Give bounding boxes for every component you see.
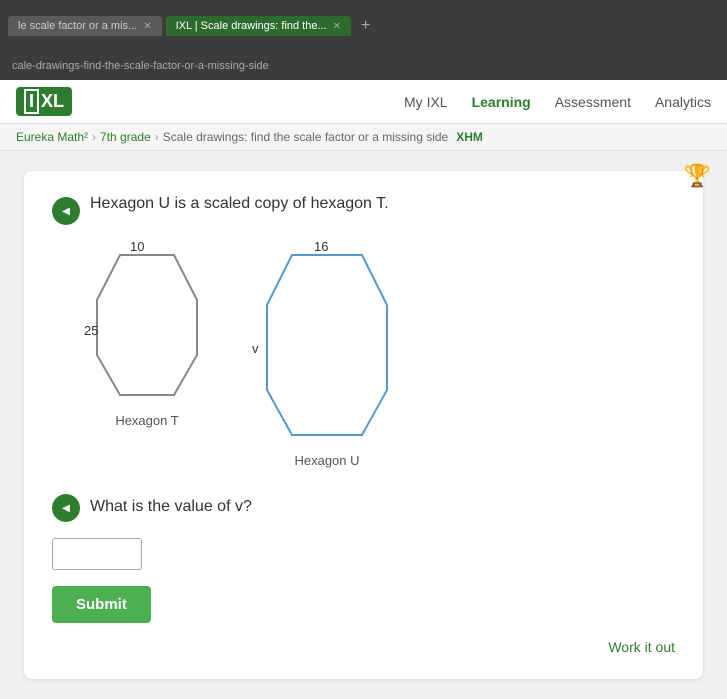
- tab-close-1[interactable]: ✕: [143, 21, 151, 32]
- nav-my-ixl[interactable]: My IXL: [404, 94, 448, 110]
- tab-inactive[interactable]: le scale factor or a mis... ✕: [8, 16, 162, 36]
- sound-button-2[interactable]: [52, 494, 80, 522]
- trophy-icon: 🏆: [684, 163, 711, 188]
- tab-add-button[interactable]: +: [355, 17, 376, 35]
- hexagon-u-svg: 16 v: [262, 245, 392, 445]
- skill-code: XHM: [456, 130, 483, 144]
- tab-close-2[interactable]: ✕: [333, 21, 341, 32]
- nav-links: My IXL Learning Assessment Analytics: [404, 94, 711, 110]
- trophy-area: 🏆: [684, 163, 711, 189]
- nav-analytics[interactable]: Analytics: [655, 94, 711, 110]
- work-it-out[interactable]: Work it out: [52, 639, 675, 655]
- question2-text: What is the value of v?: [90, 498, 252, 516]
- breadcrumb-grade[interactable]: 7th grade: [100, 130, 151, 144]
- breadcrumb-sep-2: ›: [155, 130, 159, 144]
- main-content: 🏆 Hexagon U is a scaled copy of hexagon …: [0, 151, 727, 699]
- hexagon-u-label: Hexagon U: [294, 453, 359, 468]
- question1-header: Hexagon U is a scaled copy of hexagon T.: [52, 195, 675, 225]
- hexagon-u-container: 16 v Hexagon U: [262, 245, 392, 468]
- nav-assessment[interactable]: Assessment: [555, 94, 631, 110]
- hex-u-top-label: 16: [314, 239, 328, 254]
- breadcrumb-sep-1: ›: [92, 130, 96, 144]
- sound-button-1[interactable]: [52, 197, 80, 225]
- ixl-nav: IXL My IXL Learning Assessment Analytics: [0, 80, 727, 124]
- browser-chrome: le scale factor or a mis... ✕ IXL | Scal…: [0, 0, 727, 52]
- breadcrumb: Eureka Math² › 7th grade › Scale drawing…: [0, 124, 727, 151]
- nav-learning[interactable]: Learning: [472, 94, 531, 110]
- answer-input[interactable]: [52, 538, 142, 570]
- hex-t-left-label: 25: [84, 323, 98, 338]
- question-card: Hexagon U is a scaled copy of hexagon T.…: [24, 171, 703, 679]
- hexagon-t-svg: 10 25: [92, 245, 202, 405]
- question1-text: Hexagon U is a scaled copy of hexagon T.: [90, 195, 389, 213]
- ixl-logo-i: I: [24, 89, 39, 114]
- question2-header: What is the value of v?: [52, 492, 675, 522]
- address-bar: cale-drawings-find-the-scale-factor-or-a…: [0, 52, 727, 80]
- ixl-logo[interactable]: IXL: [16, 87, 72, 116]
- tab-active[interactable]: IXL | Scale drawings: find the... ✕: [166, 16, 351, 36]
- diagram-area: 10 25 Hexagon T 16: [92, 245, 675, 468]
- address-text: cale-drawings-find-the-scale-factor-or-a…: [12, 60, 269, 72]
- breadcrumb-eureka[interactable]: Eureka Math²: [16, 130, 88, 144]
- hex-t-top-label: 10: [130, 239, 144, 254]
- submit-button[interactable]: Submit: [52, 586, 151, 623]
- hexagon-t-label: Hexagon T: [115, 413, 178, 428]
- breadcrumb-skill: Scale drawings: find the scale factor or…: [163, 130, 448, 144]
- hexagon-t-container: 10 25 Hexagon T: [92, 245, 202, 428]
- hex-u-left-label: v: [252, 341, 259, 356]
